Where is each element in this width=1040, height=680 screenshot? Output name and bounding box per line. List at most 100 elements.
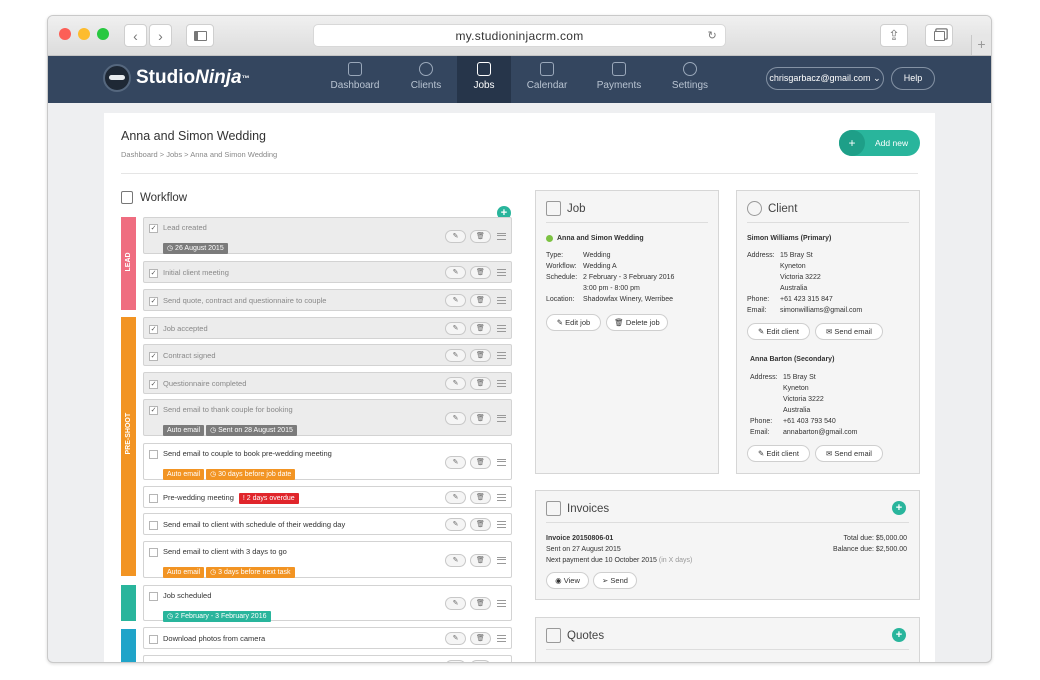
workflow-task[interactable]: Download photos from camera ✎ 🗑: [143, 627, 512, 649]
account-dropdown[interactable]: chrisgarbacz@gmail.com ⌄: [766, 67, 884, 90]
add-new-button[interactable]: + Add new: [839, 130, 920, 156]
edit-task-pencil-icon[interactable]: ✎: [445, 597, 466, 610]
drag-handle-icon[interactable]: [497, 352, 506, 359]
checkmark-icon[interactable]: ✓: [149, 352, 158, 361]
checkmark-icon[interactable]: ✓: [149, 406, 158, 415]
delete-task-trash-icon[interactable]: 🗑: [470, 597, 491, 610]
add-invoice-button[interactable]: +: [892, 501, 906, 515]
tabs-button[interactable]: [925, 24, 953, 47]
workflow-task[interactable]: ✓ Lead created ◷ 26 August 2015 ✎ 🗑: [143, 217, 512, 254]
add-quote-button[interactable]: +: [892, 628, 906, 642]
edit-task-pencil-icon[interactable]: ✎: [445, 553, 466, 567]
delete-task-trash-icon[interactable]: 🗑: [470, 660, 491, 662]
nav-calendar[interactable]: Calendar: [520, 56, 574, 103]
edit-task-pencil-icon[interactable]: ✎: [445, 411, 466, 425]
drag-handle-icon[interactable]: [497, 414, 506, 422]
checkmark-icon[interactable]: ✓: [149, 325, 158, 334]
edit-client-button[interactable]: ✎ Edit client: [747, 323, 810, 340]
delete-task-trash-icon[interactable]: 🗑: [470, 632, 491, 645]
nav-payments[interactable]: Payments: [592, 56, 646, 103]
edit-task-pencil-icon[interactable]: ✎: [445, 660, 466, 662]
edit-task-pencil-icon[interactable]: ✎: [445, 294, 466, 307]
workflow-task[interactable]: ✓ Initial client meeting ✎ 🗑: [143, 261, 512, 283]
back-button[interactable]: ‹: [124, 24, 147, 47]
task-checkbox[interactable]: [149, 521, 158, 530]
nav-clients[interactable]: Clients: [399, 56, 453, 103]
workflow-task[interactable]: Pre-wedding meeting! 2 days overdue ✎ 🗑: [143, 486, 512, 508]
nav-dashboard[interactable]: Dashboard: [328, 56, 382, 103]
workflow-task[interactable]: Retouching✎🗑: [143, 655, 512, 662]
workflow-task[interactable]: Send email to couple to book pre-wedding…: [143, 443, 512, 480]
workflow-task[interactable]: Send email to client with schedule of th…: [143, 513, 512, 535]
address-bar[interactable]: my.studioninjacrm.com ↻: [313, 24, 726, 47]
view-invoice-button[interactable]: ◉ View: [546, 572, 589, 589]
delete-task-trash-icon[interactable]: 🗑: [470, 411, 491, 425]
drag-handle-icon[interactable]: [497, 458, 506, 466]
drag-handle-icon[interactable]: [497, 380, 506, 387]
close-window-button[interactable]: [59, 28, 71, 40]
breadcrumb[interactable]: Dashboard > Jobs > Anna and Simon Weddin…: [121, 150, 277, 159]
reload-icon[interactable]: ↻: [707, 25, 717, 47]
app-logo[interactable]: Studio Ninja ™: [103, 64, 250, 92]
workflow-task[interactable]: Send email to client with 3 days to go Au…: [143, 541, 512, 578]
task-checkbox[interactable]: [149, 548, 158, 557]
drag-handle-icon[interactable]: [497, 635, 506, 642]
nav-settings[interactable]: Settings: [663, 56, 717, 103]
new-tab-button[interactable]: +: [971, 35, 991, 55]
drag-handle-icon[interactable]: [497, 494, 506, 501]
workflow-task[interactable]: ✓ Send quote, contract and questionnaire …: [143, 289, 512, 311]
checkmark-icon[interactable]: ✓: [149, 380, 158, 389]
edit-task-pencil-icon[interactable]: ✎: [445, 491, 466, 504]
edit-task-pencil-icon[interactable]: ✎: [445, 322, 466, 335]
edit-task-pencil-icon[interactable]: ✎: [445, 229, 466, 243]
delete-task-trash-icon[interactable]: 🗑: [470, 266, 491, 279]
share-button[interactable]: ⇪: [880, 24, 908, 47]
delete-task-trash-icon[interactable]: 🗑: [470, 294, 491, 307]
delete-task-trash-icon[interactable]: 🗑: [470, 553, 491, 567]
delete-job-button[interactable]: 🗑 Delete job: [606, 314, 668, 331]
send-email-button[interactable]: ✉ Send email: [815, 445, 883, 462]
send-invoice-button[interactable]: ➢ Send: [593, 572, 637, 589]
checkmark-icon[interactable]: ✓: [149, 297, 158, 306]
nav-jobs[interactable]: Jobs: [457, 56, 511, 103]
delete-task-trash-icon[interactable]: 🗑: [470, 349, 491, 362]
delete-task-trash-icon[interactable]: 🗑: [470, 455, 491, 469]
maximize-window-button[interactable]: [97, 28, 109, 40]
send-email-button[interactable]: ✉ Send email: [815, 323, 883, 340]
delete-task-trash-icon[interactable]: 🗑: [470, 491, 491, 504]
drag-handle-icon[interactable]: [497, 521, 506, 528]
forward-button[interactable]: ›: [149, 24, 172, 47]
edit-task-pencil-icon[interactable]: ✎: [445, 455, 466, 469]
edit-client-button[interactable]: ✎ Edit client: [747, 445, 810, 462]
edit-job-button[interactable]: ✎ Edit job: [546, 314, 601, 331]
delete-task-trash-icon[interactable]: 🗑: [470, 377, 491, 390]
task-checkbox[interactable]: [149, 450, 158, 459]
drag-handle-icon[interactable]: [497, 556, 506, 564]
drag-handle-icon[interactable]: [497, 232, 506, 240]
edit-task-pencil-icon[interactable]: ✎: [445, 518, 466, 531]
sidebar-toggle-button[interactable]: [186, 24, 214, 47]
drag-handle-icon[interactable]: [497, 600, 506, 607]
workflow-task[interactable]: ✓ Questionnaire completed ✎ 🗑: [143, 372, 512, 394]
edit-task-pencil-icon[interactable]: ✎: [445, 266, 466, 279]
edit-task-pencil-icon[interactable]: ✎: [445, 377, 466, 390]
checkmark-icon[interactable]: ✓: [149, 269, 158, 278]
minimize-window-button[interactable]: [78, 28, 90, 40]
delete-task-trash-icon[interactable]: 🗑: [470, 518, 491, 531]
drag-handle-icon[interactable]: [497, 269, 506, 276]
task-checkbox[interactable]: [149, 635, 158, 644]
checkmark-icon[interactable]: ✓: [149, 224, 158, 233]
workflow-task[interactable]: ✓ Job accepted ✎ 🗑: [143, 317, 512, 339]
delete-task-trash-icon[interactable]: 🗑: [470, 322, 491, 335]
invoice-number[interactable]: Invoice 20150806-01: [546, 533, 613, 544]
workflow-task[interactable]: Job scheduled ◷ 2 February - 3 February 2…: [143, 585, 512, 622]
workflow-task[interactable]: ✓ Send email to thank couple for booking A…: [143, 399, 512, 436]
edit-task-pencil-icon[interactable]: ✎: [445, 632, 466, 645]
help-button[interactable]: Help: [891, 67, 935, 90]
workflow-task[interactable]: ✓ Contract signed ✎ 🗑: [143, 344, 512, 366]
task-checkbox[interactable]: [149, 494, 158, 503]
drag-handle-icon[interactable]: [497, 297, 506, 304]
edit-task-pencil-icon[interactable]: ✎: [445, 349, 466, 362]
drag-handle-icon[interactable]: [497, 325, 506, 332]
delete-task-trash-icon[interactable]: 🗑: [470, 229, 491, 243]
